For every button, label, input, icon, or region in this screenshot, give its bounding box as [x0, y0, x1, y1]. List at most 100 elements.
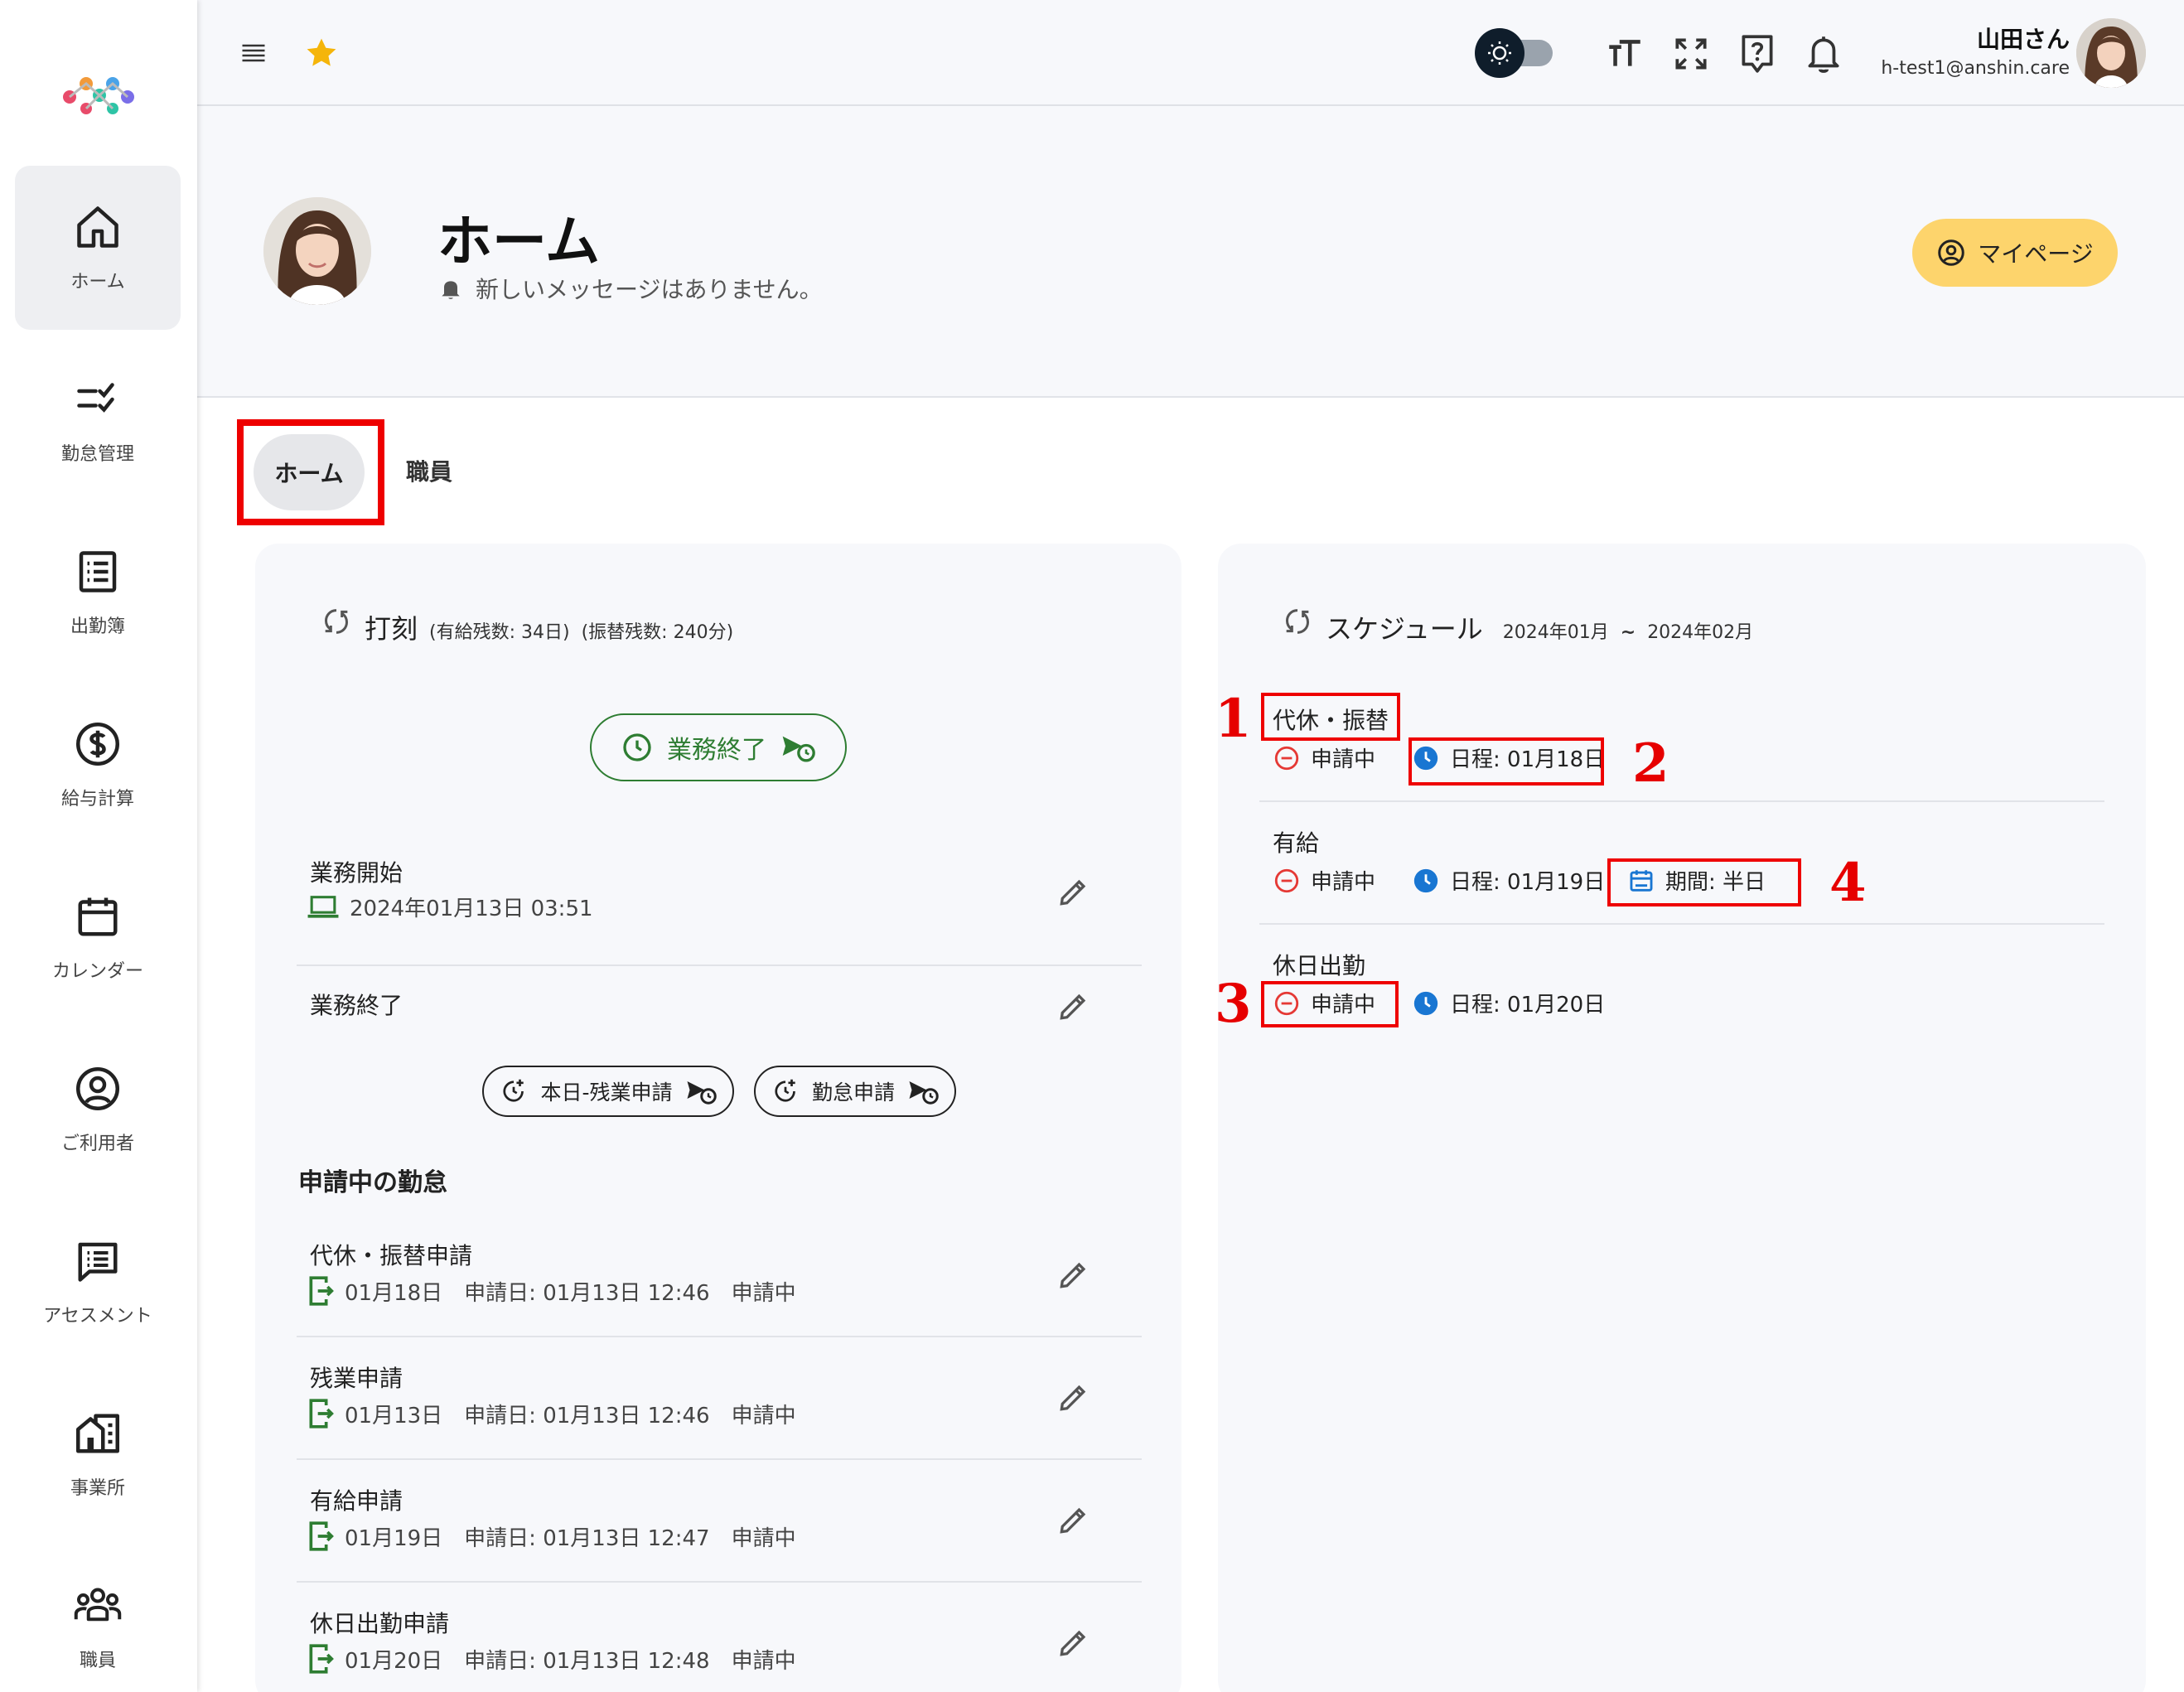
pending-title: 代休・振替申請 — [310, 1242, 473, 1269]
list-item[interactable]: 残業申請 01月13日 申請日: 01月13日 12:46 申請中 — [297, 1361, 1142, 1435]
profile-avatar — [263, 197, 371, 305]
row-divider — [1259, 800, 2104, 802]
edit-pencil-icon[interactable] — [1056, 1379, 1092, 1415]
sidebar-item-label: 出勤簿 — [70, 616, 125, 637]
sidebar-item-label: 事業所 — [70, 1478, 125, 1499]
edit-pencil-icon[interactable] — [1056, 988, 1092, 1024]
sync-icon[interactable] — [1281, 605, 1314, 638]
schedule-item-date: 日程: 01月19日 — [1412, 865, 1605, 896]
row-divider — [1259, 923, 2104, 925]
edit-pencil-icon[interactable] — [1056, 1501, 1092, 1538]
sidebar-item-label: アセスメント — [43, 1306, 152, 1327]
menu-icon[interactable] — [239, 38, 268, 68]
account-circle-icon — [1938, 239, 1965, 266]
bell-icon — [442, 281, 460, 299]
edit-pencil-icon[interactable] — [1056, 1256, 1092, 1293]
annotation-box-2 — [1408, 737, 1604, 786]
sidebar-item-label: 勤怠管理 — [60, 444, 134, 465]
overtime-request-button[interactable]: 本日-残業申請 — [482, 1066, 734, 1117]
annotation-box-1 — [1261, 693, 1400, 741]
schedule-status-text: 申請中 — [1311, 747, 1376, 772]
schedule-range-from: 2024年01月 — [1502, 622, 1609, 643]
annotation-number-3: 3 — [1215, 973, 1252, 1035]
edit-pencil-icon[interactable] — [1056, 1624, 1092, 1661]
pending-date: 01月18日 — [345, 1280, 443, 1306]
font-size-icon[interactable] — [1604, 33, 1645, 75]
list-item[interactable]: 有給申請 01月19日 申請日: 01月13日 12:47 申請中 — [297, 1483, 1142, 1558]
sync-icon[interactable] — [320, 605, 353, 638]
annotation-number-2: 2 — [1632, 732, 1669, 795]
page-header: ホーム 新しいメッセージはありません。 マイページ — [197, 106, 2184, 398]
sidebar-item-label: ご利用者 — [60, 1134, 134, 1154]
exit-door-icon — [309, 1521, 334, 1551]
sidebar-item-users[interactable]: ご利用者 — [15, 1027, 181, 1192]
user-name: 山田さん — [1976, 26, 2070, 53]
laptop-icon — [307, 895, 339, 918]
work-start-row: 業務開始 2024年01月13日 03:51 — [297, 855, 1142, 930]
app-logo[interactable] — [58, 70, 141, 120]
work-start-time: 2024年01月13日 03:51 — [350, 897, 593, 921]
pending-title: 休日出勤申請 — [310, 1610, 450, 1637]
attendance-request-button[interactable]: 勤怠申請 — [754, 1066, 956, 1117]
account-icon — [76, 1067, 119, 1110]
list-item[interactable]: 休日出勤申請 01月20日 申請日: 01月13日 12:48 申請中 — [297, 1606, 1142, 1680]
user-avatar[interactable] — [2076, 18, 2146, 88]
clock-filled-icon — [1413, 991, 1438, 1015]
pending-applied: 申請日: 01月13日 12:47 — [464, 1525, 710, 1551]
sidebar-item-staff[interactable]: 職員 — [15, 1545, 181, 1692]
fullscreen-icon[interactable] — [1670, 33, 1712, 75]
schedule-item-status: 申請中 — [1273, 742, 1375, 773]
sidebar-item-attendance[interactable]: 勤怠管理 — [15, 338, 181, 502]
send-clock-icon — [687, 1081, 717, 1105]
home-icon — [77, 206, 118, 248]
calendar-icon — [78, 897, 118, 936]
annotation-box-tab — [237, 419, 384, 525]
sidebar-item-payroll[interactable]: 給与計算 — [15, 683, 181, 847]
sidebar-item-assessment[interactable]: アセスメント — [15, 1200, 181, 1364]
row-divider — [297, 964, 1142, 966]
sidebar-item-label: 職員 — [79, 1651, 116, 1671]
edit-pencil-icon[interactable] — [1056, 873, 1092, 910]
pending-status: 申請中 — [731, 1280, 796, 1306]
top-bar: 山田さん h-test1@anshin.care — [197, 0, 2184, 106]
help-icon[interactable] — [1737, 31, 1778, 76]
send-clock-icon — [909, 1081, 939, 1105]
overtime-request-label: 本日-残業申請 — [540, 1080, 673, 1105]
schedule-item-status: 申請中 — [1273, 865, 1375, 896]
work-end-row: 業務終了 — [297, 988, 1142, 1029]
sidebar-item-office[interactable]: 事業所 — [15, 1372, 181, 1536]
tab-staff[interactable]: 職員 — [406, 454, 452, 487]
end-work-button[interactable]: 業務終了 — [590, 713, 847, 781]
pending-status: 申請中 — [731, 1648, 796, 1674]
stamp-card-header: 打刻 (有給残数: 34日) (振替残数: 240分) — [320, 605, 733, 646]
pending-applied: 申請日: 01月13日 12:48 — [464, 1648, 710, 1674]
sidebar-item-home[interactable]: ホーム — [15, 166, 181, 330]
pending-applied: 申請日: 01月13日 12:46 — [464, 1403, 710, 1429]
mypage-button[interactable]: マイページ — [1912, 219, 2118, 287]
sidebar-item-calendar[interactable]: カレンダー — [15, 855, 181, 1019]
theme-toggle[interactable] — [1473, 27, 1556, 80]
clock-filled-icon — [1413, 868, 1438, 892]
attendance-request-label: 勤怠申請 — [811, 1080, 895, 1105]
pending-title: 有給申請 — [310, 1487, 403, 1515]
pending-date: 01月20日 — [345, 1648, 443, 1674]
clock-plus-icon — [775, 1079, 795, 1102]
list-icon — [79, 551, 117, 592]
schedule-date-text: 日程: 01月19日 — [1450, 870, 1606, 895]
message-status: 新しいメッセージはありません。 — [437, 272, 823, 305]
notification-bell-icon[interactable] — [1803, 31, 1844, 76]
row-divider — [297, 1458, 1142, 1460]
annotation-number-1: 1 — [1215, 688, 1252, 750]
pending-date: 01月13日 — [345, 1403, 443, 1429]
list-item[interactable]: 代休・振替申請 01月18日 申請日: 01月13日 12:46 申請中 — [297, 1238, 1142, 1313]
clock-icon — [623, 733, 651, 761]
user-email: h-test1@anshin.care — [1881, 58, 2070, 79]
clock-plus-icon — [503, 1079, 524, 1102]
favorite-star-icon[interactable] — [303, 35, 340, 71]
schedule-card-header: スケジュール 2024年01月 ~ 2024年02月 — [1281, 605, 1753, 646]
sidebar-item-attendance-book[interactable]: 出勤簿 — [15, 510, 181, 674]
schedule-status-text: 申請中 — [1311, 870, 1376, 895]
page-title: ホーム — [437, 210, 601, 273]
pending-title: 残業申請 — [310, 1365, 403, 1392]
pending-info: 01月13日 申請日: 01月13日 12:46 申請中 — [307, 1397, 796, 1430]
